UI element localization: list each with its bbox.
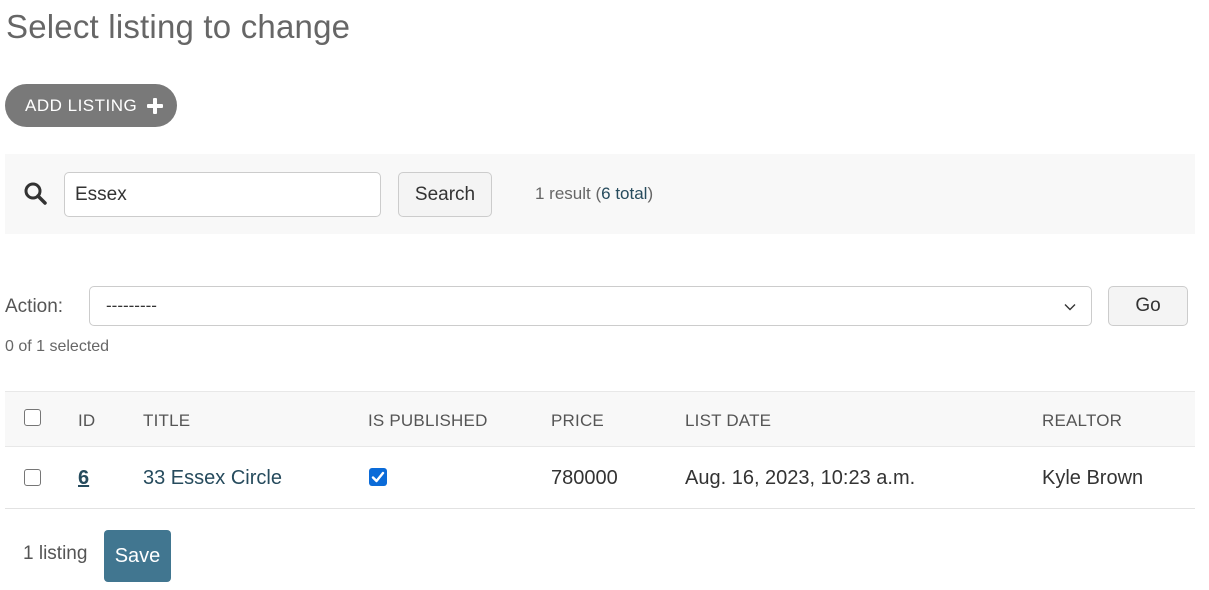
column-header-id[interactable]: ID bbox=[78, 411, 95, 431]
go-button[interactable]: Go bbox=[1108, 286, 1188, 326]
add-listing-button[interactable]: ADD LISTING bbox=[5, 84, 178, 127]
table-row: 6 33 Essex Circle 780000 Aug. 16, 2023, … bbox=[5, 448, 1195, 509]
table-header-row: ID TITLE IS PUBLISHED PRICE LIST DATE RE… bbox=[5, 391, 1195, 447]
row-list-date: Aug. 16, 2023, 10:23 a.m. bbox=[685, 467, 916, 489]
search-input[interactable] bbox=[64, 172, 381, 217]
row-price: 780000 bbox=[551, 467, 618, 489]
row-select-checkbox[interactable] bbox=[24, 469, 41, 486]
row-realtor: Kyle Brown bbox=[1042, 467, 1144, 489]
page-title: Select listing to change bbox=[6, 8, 351, 45]
chevron-down-icon bbox=[1064, 304, 1076, 311]
search-button[interactable]: Search bbox=[398, 172, 492, 217]
total-link[interactable]: 6 total bbox=[601, 184, 647, 203]
column-header-price[interactable]: PRICE bbox=[551, 411, 604, 431]
select-all-checkbox[interactable] bbox=[24, 409, 41, 426]
paginator-count: 1 listing bbox=[23, 543, 88, 564]
search-toolbar: Search 1 result (6 total) bbox=[5, 154, 1195, 234]
action-select[interactable]: --------- bbox=[89, 286, 1092, 326]
row-id-link[interactable]: 6 bbox=[78, 467, 89, 490]
column-header-is-published[interactable]: IS PUBLISHED bbox=[368, 411, 488, 431]
row-title-link[interactable]: 33 Essex Circle bbox=[143, 467, 282, 490]
check-icon bbox=[371, 471, 385, 483]
is-published-checkbox[interactable] bbox=[369, 468, 387, 486]
add-listing-label: ADD LISTING bbox=[25, 95, 138, 115]
selection-counter: 0 of 1 selected bbox=[5, 338, 110, 355]
action-selected-option: --------- bbox=[106, 296, 157, 315]
save-button[interactable]: Save bbox=[104, 530, 171, 582]
result-count: 1 result (6 total) bbox=[535, 184, 654, 203]
column-header-title[interactable]: TITLE bbox=[143, 411, 190, 431]
column-header-realtor[interactable]: REALTOR bbox=[1042, 411, 1122, 431]
plus-icon bbox=[147, 97, 164, 114]
action-label: Action: bbox=[5, 296, 64, 317]
search-icon bbox=[24, 182, 47, 205]
column-header-list-date[interactable]: LIST DATE bbox=[685, 411, 771, 431]
